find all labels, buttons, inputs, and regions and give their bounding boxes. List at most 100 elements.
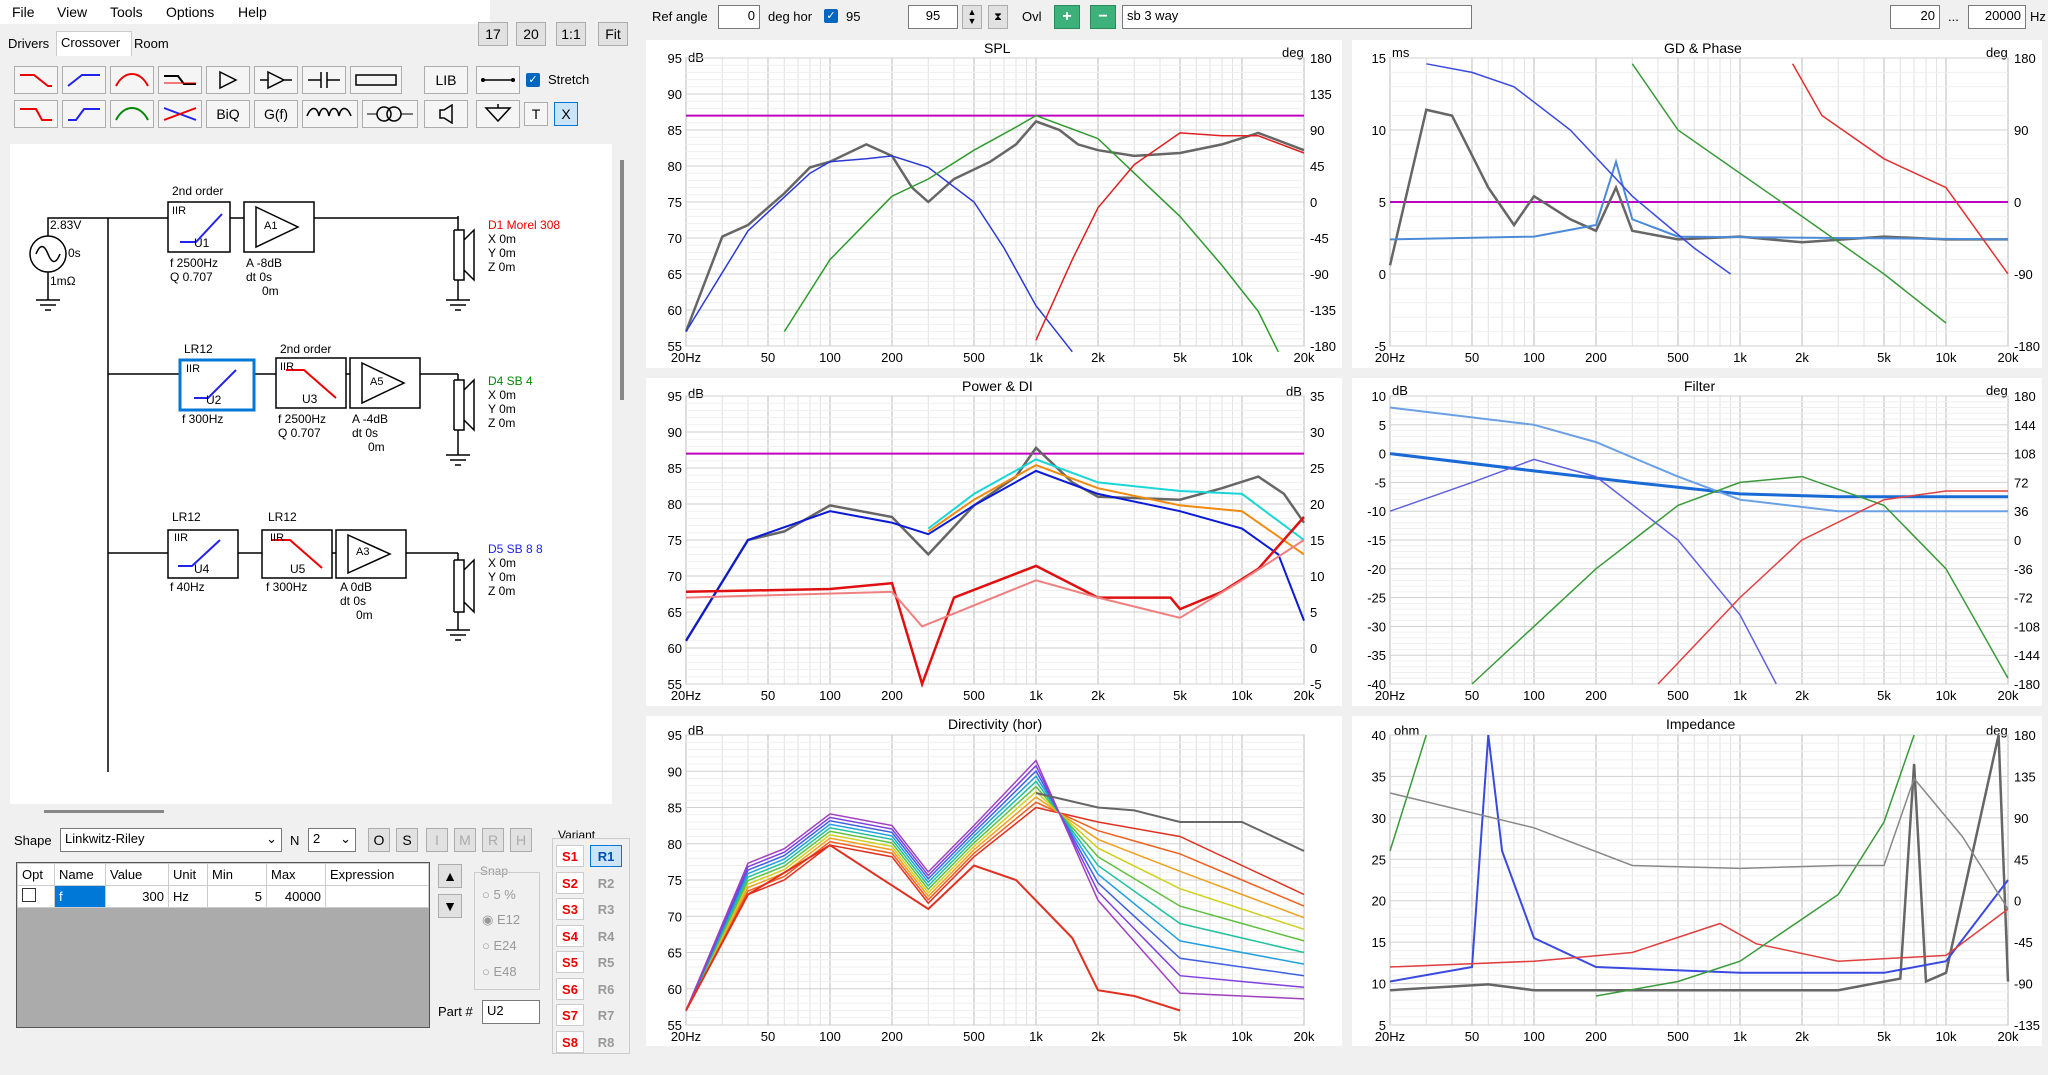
u4-order: LR12: [172, 510, 201, 524]
r-button[interactable]: R: [482, 828, 504, 852]
variant-s1[interactable]: S1: [556, 845, 584, 867]
variant-r6[interactable]: R6: [592, 978, 620, 1000]
u2-type: IIR: [186, 363, 201, 375]
col-max: Max: [266, 863, 326, 886]
move-down-button[interactable]: ▼: [438, 894, 462, 918]
shape-select[interactable]: Linkwitz-Riley ⌄: [60, 828, 282, 852]
ref-angle-input[interactable]: 0: [718, 5, 760, 29]
variant-s5[interactable]: S5: [556, 951, 584, 973]
a1-delay: dt 0s: [246, 270, 273, 284]
variant-r3[interactable]: R3: [592, 898, 620, 920]
a5-label: A5: [370, 376, 384, 388]
snap-5pct-label: 5 %: [493, 887, 516, 902]
o-button[interactable]: O: [368, 828, 390, 852]
d4-y: Y 0m: [488, 402, 516, 416]
a5-gain: A -4dB: [352, 412, 389, 426]
variant-s8[interactable]: S8: [556, 1031, 584, 1053]
variant-r1[interactable]: R1: [590, 845, 622, 867]
d4-z: Z 0m: [488, 416, 516, 430]
spl-chart[interactable]: [646, 40, 1342, 368]
freq-min-input[interactable]: 20: [1890, 5, 1940, 29]
u4-label: U4: [194, 562, 210, 576]
table-row[interactable]: f 300 Hz 5 40000: [17, 885, 429, 908]
variant-s6[interactable]: S6: [556, 978, 584, 1000]
remove-overlay-button[interactable]: −: [1090, 5, 1116, 29]
filter-title: Filter: [1684, 378, 1716, 394]
u1-label: U1: [194, 236, 210, 250]
u3-label: U3: [302, 392, 318, 406]
variant-s3[interactable]: S3: [556, 898, 584, 920]
splitter-handle[interactable]: [44, 810, 164, 813]
opt-checkbox[interactable]: [22, 888, 36, 902]
snap-5pct-radio[interactable]: ○ 5 %: [482, 887, 516, 902]
add-overlay-button[interactable]: +: [1054, 5, 1080, 29]
variant-s2[interactable]: S2: [556, 872, 584, 894]
snap-e24-radio[interactable]: ○ E24: [482, 938, 517, 953]
freq-max-input[interactable]: 20000: [1968, 5, 2026, 29]
filter-chart[interactable]: [1352, 378, 2042, 706]
d5-driver-name[interactable]: D5 SB 8 8: [488, 542, 543, 556]
spl-yunit: dB: [688, 50, 704, 65]
variant-s4[interactable]: S4: [556, 925, 584, 947]
d4-driver-name[interactable]: D4 SB 4: [488, 374, 533, 388]
power-di-chart[interactable]: [646, 378, 1342, 706]
i-button[interactable]: I: [426, 828, 448, 852]
chevron-down-icon: ⌄: [266, 831, 277, 846]
variant-r7[interactable]: R7: [592, 1004, 620, 1026]
part-label: Part #: [438, 1004, 473, 1019]
d1-x: X 0m: [488, 232, 517, 246]
u5-label: U5: [290, 562, 306, 576]
impedance-chart[interactable]: [1352, 716, 2042, 1046]
param-min[interactable]: 5: [207, 885, 267, 908]
u1-freq: f 2500Hz: [170, 256, 219, 270]
filter-yunit: dB: [1392, 383, 1408, 398]
shape-value: Linkwitz-Riley: [65, 831, 145, 846]
param-expression[interactable]: [325, 885, 429, 908]
deg-hor-label: deg hor: [768, 9, 813, 24]
u3-type: IIR: [280, 361, 295, 373]
hz-label: Hz: [2030, 9, 2046, 24]
spl-up-down-button[interactable]: ▲ ▼: [962, 5, 982, 29]
move-up-button[interactable]: ▲: [438, 864, 462, 888]
snap-e12-radio[interactable]: ◉ E12: [482, 912, 520, 928]
overlay-name-input[interactable]: sb 3 way: [1122, 5, 1472, 29]
param-name[interactable]: f: [54, 885, 106, 908]
spl-max-input[interactable]: 95: [908, 5, 958, 29]
spl-auto-button[interactable]: ⧗: [988, 5, 1008, 29]
u4-freq: f 40Hz: [170, 580, 205, 594]
order-select[interactable]: 2 ⌄: [308, 828, 356, 852]
h-button[interactable]: H: [510, 828, 532, 852]
m-button[interactable]: M: [454, 828, 476, 852]
s-button[interactable]: S: [396, 828, 418, 852]
d1-driver-name[interactable]: D1 Morel 308: [488, 218, 560, 232]
snap-e12-label: E12: [496, 912, 521, 927]
d5-x: X 0m: [488, 556, 517, 570]
shape-label: Shape: [14, 833, 52, 848]
chevron-down-icon: ⌄: [340, 831, 351, 846]
part-input[interactable]: U2: [482, 1000, 540, 1024]
gd-phase-chart[interactable]: [1352, 40, 2042, 368]
schematic-wires: [29, 201, 475, 772]
gd-y2unit: deg: [1986, 45, 2008, 60]
col-expression: Expression: [325, 863, 429, 886]
param-max[interactable]: 40000: [266, 885, 326, 908]
variant-r5[interactable]: R5: [592, 951, 620, 973]
a3-delay: dt 0s: [340, 594, 367, 608]
variant-r4[interactable]: R4: [592, 925, 620, 947]
u5-freq: f 300Hz: [266, 580, 308, 594]
order-value: 2: [313, 831, 321, 846]
snap-e48-radio[interactable]: ○ E48: [482, 964, 517, 979]
a3-label: A3: [356, 546, 370, 558]
u5-type: IIR: [270, 532, 285, 544]
param-value[interactable]: 300: [105, 885, 169, 908]
directivity-chart[interactable]: [646, 716, 1342, 1046]
plus-icon: +: [1062, 8, 1072, 25]
spl-max-checkbox[interactable]: ✓: [824, 9, 838, 23]
variant-r2[interactable]: R2: [592, 872, 620, 894]
variant-s7[interactable]: S7: [556, 1004, 584, 1026]
variant-r8[interactable]: R8: [592, 1031, 620, 1053]
gd-title: GD & Phase: [1664, 40, 1742, 56]
source-impedance: 1mΩ: [50, 274, 76, 288]
power-yunit: dB: [688, 386, 704, 401]
gd-yunit: ms: [1392, 45, 1410, 60]
